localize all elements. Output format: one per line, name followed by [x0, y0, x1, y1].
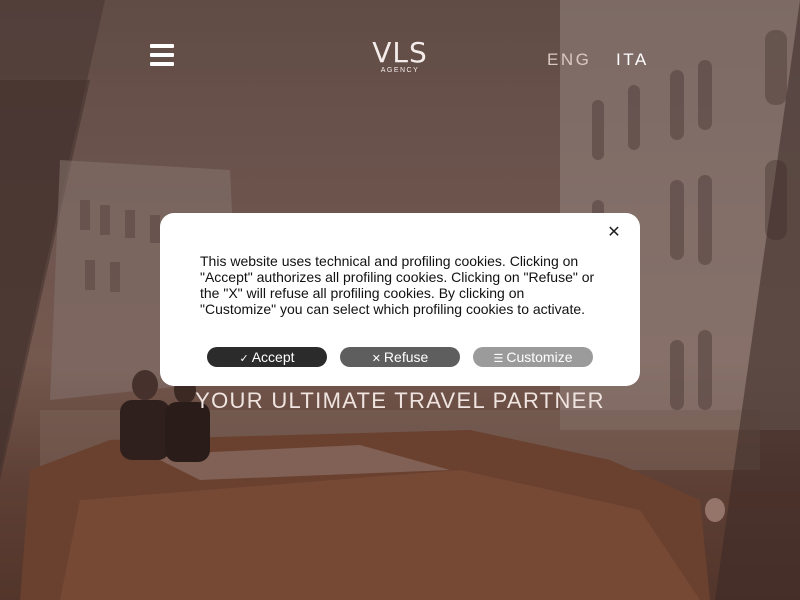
cookie-consent-dialog: ✕ This website uses technical and profil…	[160, 213, 640, 386]
refuse-button-label: Refuse	[383, 349, 429, 365]
hamburger-menu-icon[interactable]	[150, 44, 174, 66]
cookie-consent-text: This website uses technical and profilin…	[200, 253, 595, 317]
check-icon: ✓	[239, 353, 249, 365]
language-eng-link[interactable]: ENG	[547, 50, 591, 70]
customize-button[interactable]: ☰ Customize	[473, 347, 593, 367]
language-ita-link[interactable]: ITA	[616, 50, 649, 70]
accept-button-label: Accept	[251, 349, 295, 365]
x-icon: ✕	[371, 353, 381, 365]
refuse-button[interactable]: ✕ Refuse	[340, 347, 460, 367]
accept-button[interactable]: ✓ Accept	[207, 347, 327, 367]
hero-tagline: YOUR ULTIMATE TRAVEL PARTNER	[195, 388, 605, 413]
vls-agency-logo[interactable]: VLS AGENCY	[360, 36, 440, 75]
logo-main-text: VLS	[372, 36, 428, 69]
list-icon: ☰	[493, 353, 504, 365]
close-icon[interactable]: ✕	[606, 225, 622, 241]
customize-button-label: Customize	[506, 349, 573, 365]
